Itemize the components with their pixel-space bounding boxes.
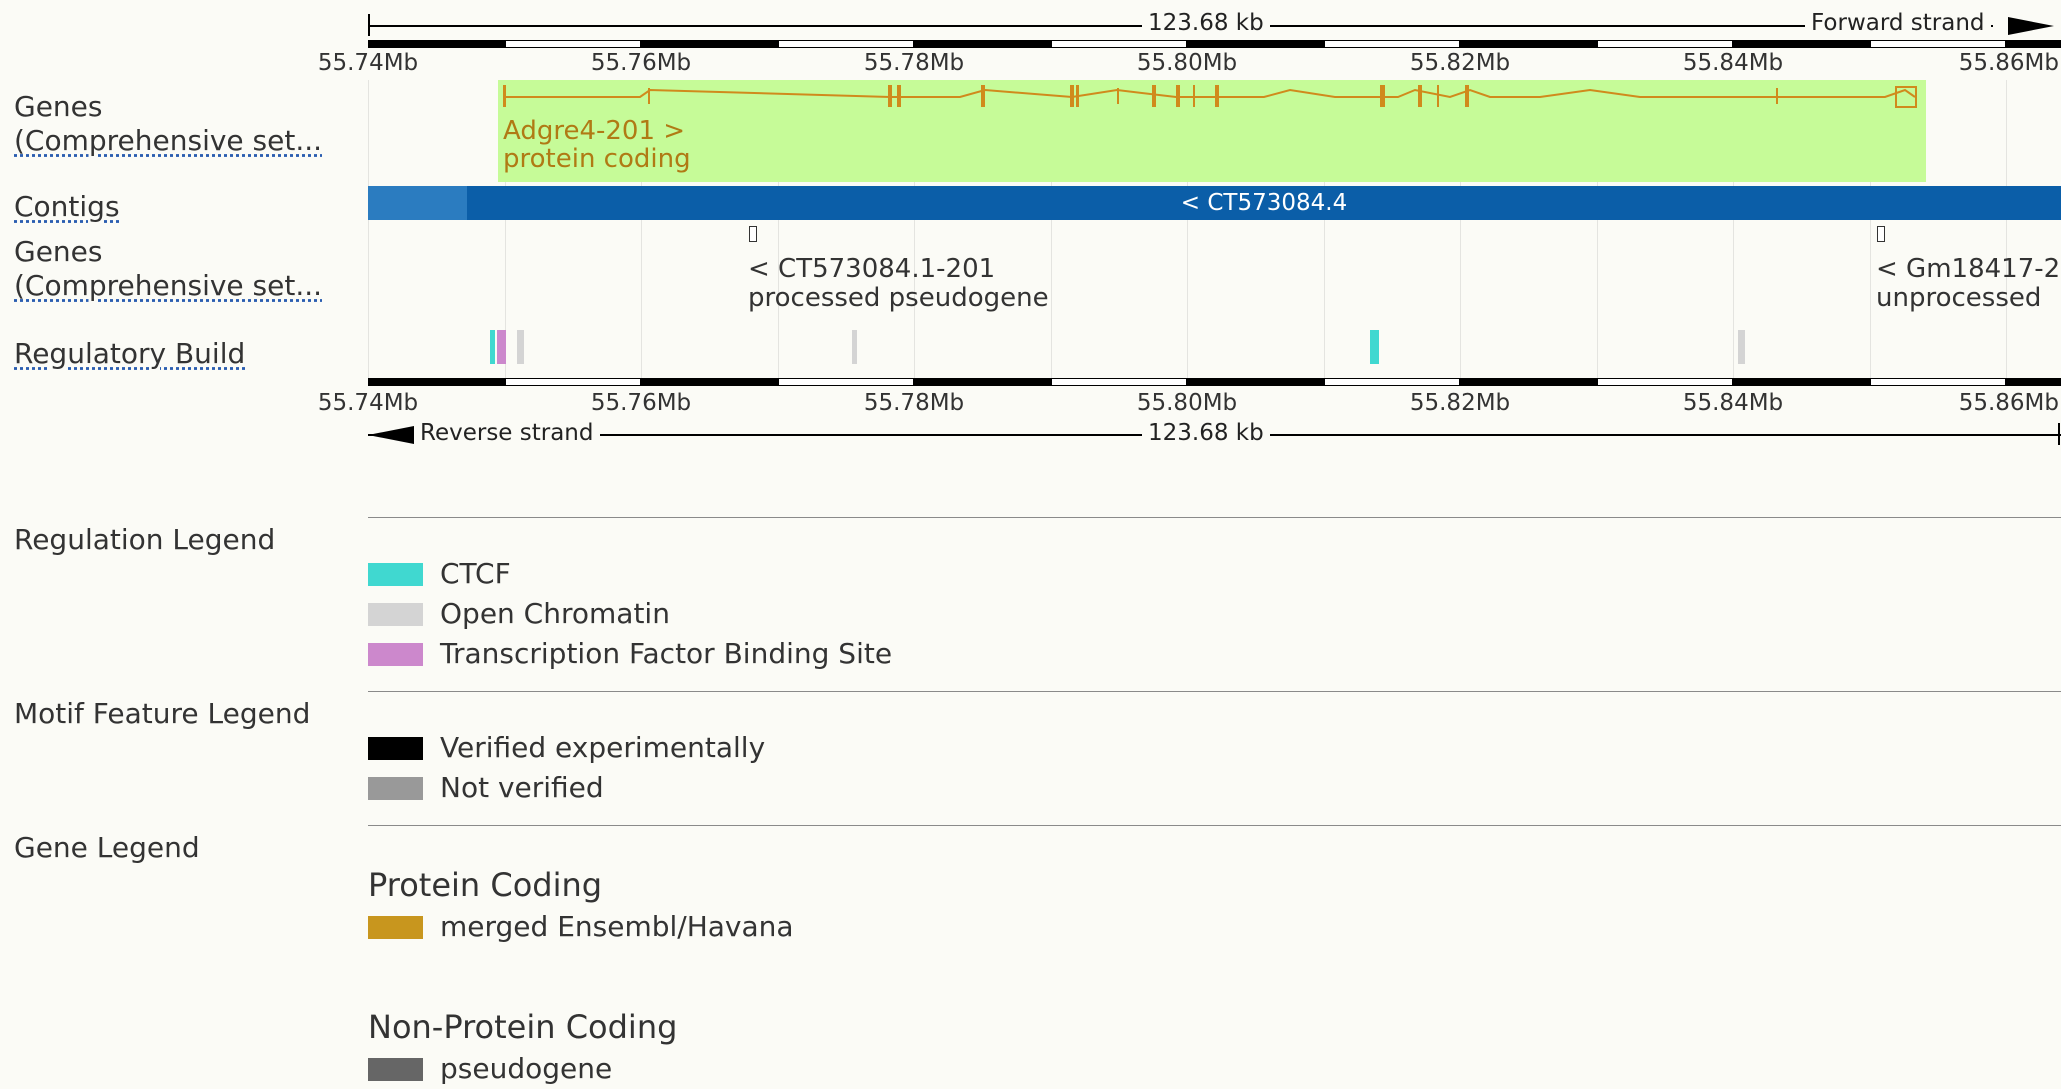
track-label-regulatory-build[interactable]: Regulatory Build	[14, 337, 245, 371]
gene-ct573084-biotype: processed pseudogene	[748, 283, 1049, 313]
reg-feature-tfbs-1[interactable]	[497, 330, 506, 364]
reg-feature-ctcf-1[interactable]	[490, 330, 495, 364]
reg-feature-ctcf-2[interactable]	[1370, 330, 1379, 364]
legend-swatch-merged	[368, 916, 423, 939]
genome-browser-view: 123.68 kb Forward strand 55.74Mb 55.76Mb 5…	[0, 0, 2061, 1089]
gene-legend-protein-coding-title: Protein Coding	[368, 866, 603, 904]
scale-bar-segment	[1460, 378, 1597, 386]
tick-label: 55.78Mb	[863, 390, 965, 416]
scale-bar-segment	[777, 378, 914, 386]
reverse-strand-label: Reverse strand	[414, 420, 600, 446]
legend-swatch-ctcf	[368, 563, 423, 586]
track-label-genes-bottom-line1: Genes	[14, 235, 103, 268]
legend-swatch-not-verified	[368, 777, 423, 800]
pseudogene-marker-2[interactable]	[1877, 226, 1885, 242]
legend-separator-2	[368, 691, 2061, 692]
legend-label-pseudogene: pseudogene	[440, 1052, 613, 1085]
scale-bar-segment	[1869, 378, 2006, 386]
scale-bar-segment	[368, 378, 505, 386]
contig-segment-light[interactable]	[368, 186, 468, 220]
motif-legend-heading: Motif Feature Legend	[14, 697, 311, 730]
gene-adgre4-structure[interactable]	[0, 0, 2061, 200]
legend-label-merged: merged Ensembl/Havana	[440, 910, 794, 943]
contig-ct573084-4[interactable]: < CT573084.4	[467, 186, 2061, 220]
scale-bar-segment	[1187, 378, 1324, 386]
legend-swatch-open-chromatin	[368, 603, 423, 626]
legend-label-verified: Verified experimentally	[440, 731, 766, 764]
legend-label-tfbs: Transcription Factor Binding Site	[440, 637, 893, 670]
legend-separator-3	[368, 825, 2061, 826]
legend-swatch-verified	[368, 737, 423, 760]
gene-adgre4-biotype: protein coding	[503, 144, 691, 174]
contig-label: < CT573084.4	[1180, 190, 1348, 216]
tick-label: 55.80Mb	[1136, 390, 1238, 416]
scale-bar-segment	[1596, 378, 1733, 386]
gene-legend-non-protein-coding-title: Non-Protein Coding	[368, 1008, 678, 1046]
gene-adgre4-name[interactable]: Adgre4-201 >	[503, 117, 685, 146]
tick-label: 55.76Mb	[590, 390, 692, 416]
scale-bar-segment	[641, 378, 778, 386]
reg-feature-open-chromatin-1[interactable]	[517, 330, 524, 364]
track-label-genes-bottom-line2[interactable]: (Comprehensive set...	[14, 269, 322, 303]
tick-label: 55.86Mb	[1958, 390, 2059, 416]
scale-bar-segment	[1733, 378, 1870, 386]
gene-adgre4-exons	[503, 85, 1778, 107]
bottom-ruler-end-cap	[2058, 423, 2060, 445]
tick-label: 55.84Mb	[1682, 390, 1784, 416]
gene-legend-heading: Gene Legend	[14, 831, 200, 864]
legend-label-not-verified: Not verified	[440, 771, 604, 804]
bottom-ruler-span: 123.68 kb	[1142, 420, 1270, 446]
reverse-strand-arrow-icon	[368, 426, 414, 444]
legend-label-open-chromatin: Open Chromatin	[440, 597, 670, 630]
scale-bar-segment	[914, 378, 1051, 386]
scale-bar-segment	[1050, 378, 1187, 386]
pseudogene-marker-1[interactable]	[749, 226, 757, 242]
bottom-ruler: Reverse strand 123.68 kb	[0, 415, 2061, 455]
scale-bar-segment	[1323, 378, 1460, 386]
reg-feature-open-chromatin-2[interactable]	[852, 330, 857, 364]
legend-separator-1	[368, 517, 2061, 518]
bottom-scale-bar	[368, 378, 2061, 386]
tick-label: 55.74Mb	[317, 390, 419, 416]
legend-swatch-pseudogene	[368, 1058, 423, 1081]
regulation-legend-heading: Regulation Legend	[14, 523, 276, 556]
tick-label: 55.82Mb	[1409, 390, 1511, 416]
gene-ct573084-name[interactable]: < CT573084.1-201	[748, 255, 995, 284]
gene-gm18417-biotype: unprocessed	[1876, 283, 2042, 313]
gene-gm18417-name[interactable]: < Gm18417-2	[1876, 255, 2061, 284]
reg-feature-open-chromatin-3[interactable]	[1738, 330, 1745, 364]
legend-swatch-tfbs	[368, 643, 423, 666]
legend-label-ctcf: CTCF	[440, 557, 511, 590]
scale-bar-segment	[2006, 378, 2061, 386]
scale-bar-segment	[504, 378, 641, 386]
